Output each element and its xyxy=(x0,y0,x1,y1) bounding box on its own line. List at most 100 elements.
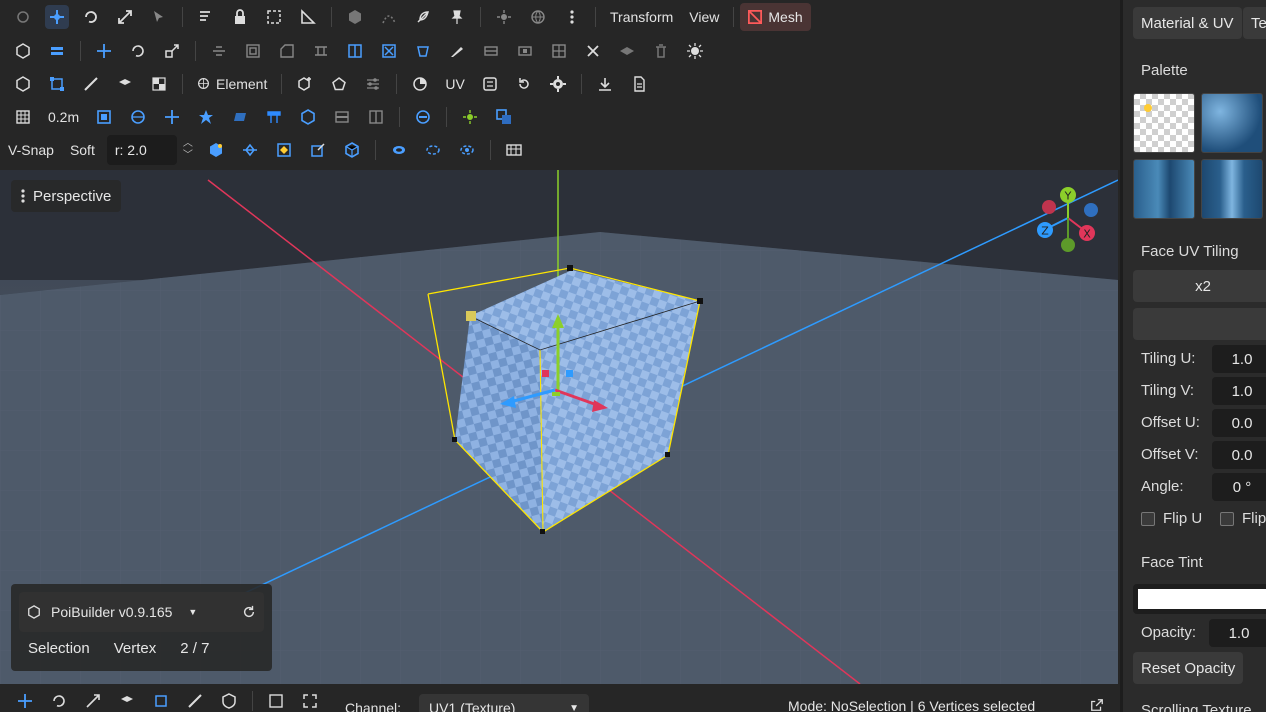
edge-mode-icon[interactable] xyxy=(79,72,103,96)
snap-vertex-icon[interactable] xyxy=(194,105,218,129)
target-icon[interactable] xyxy=(455,138,479,162)
select-cursor-icon[interactable] xyxy=(147,5,171,29)
dissolve-icon[interactable] xyxy=(581,39,605,63)
vsnap-toggle[interactable]: V-Snap xyxy=(6,142,62,158)
document-icon[interactable] xyxy=(627,72,651,96)
bottom-vertex-icon[interactable] xyxy=(149,690,173,712)
gear-icon[interactable] xyxy=(546,72,570,96)
vertex-mode-icon[interactable] xyxy=(45,72,69,96)
snap-move-icon[interactable] xyxy=(160,105,184,129)
vertex-handle[interactable] xyxy=(452,437,457,442)
move-axis-icon[interactable] xyxy=(92,39,116,63)
offset-u-input[interactable]: 0.0 xyxy=(1212,409,1266,437)
trash-icon[interactable] xyxy=(649,39,673,63)
flip-v-checkbox[interactable] xyxy=(1220,512,1234,526)
transform-menu[interactable]: Transform xyxy=(602,9,681,25)
uv-list-icon[interactable] xyxy=(478,72,502,96)
radius-input[interactable]: r: 2.0 xyxy=(106,134,177,165)
vertex-handle[interactable] xyxy=(540,529,545,534)
undo-icon[interactable] xyxy=(11,5,35,29)
overlap-icon[interactable] xyxy=(492,105,516,129)
pie-icon[interactable] xyxy=(408,72,432,96)
tab-texture[interactable]: Te xyxy=(1243,7,1266,39)
loop-icon[interactable] xyxy=(421,138,445,162)
palette-swatch-water[interactable] xyxy=(1201,93,1263,153)
settings-sun-icon[interactable] xyxy=(683,39,707,63)
offset-v-input[interactable]: 0.0 xyxy=(1212,441,1266,469)
app-version-selector[interactable]: PoiBuilder v0.9.165 ▼ xyxy=(19,592,264,632)
rotate-icon[interactable] xyxy=(126,39,150,63)
reset-opacity-button[interactable]: Reset Opacity xyxy=(1133,652,1244,684)
face-tint-color-picker[interactable] xyxy=(1133,584,1266,614)
align-icon[interactable] xyxy=(207,39,231,63)
3d-viewport[interactable]: Y X Z Perspective PoiBuilder v0.9.165 ▼ … xyxy=(0,170,1118,684)
face-mode-icon[interactable] xyxy=(113,72,137,96)
bottom-rotate-icon[interactable] xyxy=(47,690,71,712)
tiling-v-input[interactable]: 1.0 xyxy=(1212,377,1266,405)
move-tool-icon[interactable] xyxy=(45,4,69,29)
bottom-move-icon[interactable] xyxy=(13,690,37,712)
soft-cube-icon[interactable] xyxy=(204,138,228,162)
scale-tool-icon[interactable] xyxy=(113,5,137,29)
soft-toggle[interactable]: Soft xyxy=(62,142,103,158)
feather-icon[interactable] xyxy=(411,5,435,29)
selected-vertex-handle[interactable] xyxy=(466,311,476,321)
lock-icon[interactable] xyxy=(228,5,252,29)
mesh-menu-button[interactable]: Mesh xyxy=(740,2,811,31)
light-icon[interactable] xyxy=(458,105,482,129)
ring-icon[interactable] xyxy=(387,138,411,162)
snap-mirror-icon[interactable] xyxy=(364,105,388,129)
inset-icon[interactable] xyxy=(241,39,265,63)
more-vertical-icon[interactable] xyxy=(560,5,584,29)
tiling-preset-button[interactable]: x2 xyxy=(1133,270,1266,302)
extrude-icon[interactable] xyxy=(309,39,333,63)
knife-icon[interactable] xyxy=(445,39,469,63)
snap-slice-icon[interactable] xyxy=(330,105,354,129)
chevron-up-icon[interactable]: ︿ xyxy=(183,138,193,150)
palette-swatch-transparent[interactable] xyxy=(1133,93,1195,153)
flip-u-checkbox[interactable] xyxy=(1141,512,1155,526)
snap-plane-icon[interactable] xyxy=(228,105,252,129)
bottom-image-icon[interactable] xyxy=(264,690,288,712)
chevron-down-icon[interactable]: ﹀ xyxy=(183,150,193,162)
frame-select-icon[interactable] xyxy=(262,5,286,29)
scale-icon[interactable] xyxy=(160,39,184,63)
palette-swatch-ice-2[interactable] xyxy=(1201,159,1263,219)
channel-select[interactable]: UV1 (Texture) ▼ xyxy=(419,694,590,712)
palette-swatch-ice-1[interactable] xyxy=(1133,159,1195,219)
pin-icon[interactable] xyxy=(445,5,469,29)
refresh-icon[interactable] xyxy=(242,605,256,619)
perspective-menu-button[interactable]: Perspective xyxy=(11,180,122,212)
view-menu[interactable]: View xyxy=(681,9,727,25)
ruler-icon[interactable] xyxy=(296,5,320,29)
snap-pillar-icon[interactable] xyxy=(262,105,286,129)
view-orbit-icon[interactable] xyxy=(411,105,435,129)
cube-solid-icon[interactable] xyxy=(343,5,367,29)
angle-input[interactable]: 0 ° xyxy=(1212,473,1266,501)
grid-size-value[interactable]: 0.2m xyxy=(40,109,87,125)
sun-light-icon[interactable] xyxy=(492,5,516,29)
soft-move-icon[interactable] xyxy=(238,138,262,162)
object-mode-icon[interactable] xyxy=(11,39,35,63)
radius-stepper[interactable]: ︿ ﹀ xyxy=(183,138,193,162)
layers-icon[interactable] xyxy=(45,39,69,63)
vertex-handle[interactable] xyxy=(567,265,573,271)
snap-sphere-icon[interactable] xyxy=(126,105,150,129)
loop-cut-icon[interactable] xyxy=(479,39,503,63)
add-cube-icon[interactable] xyxy=(293,72,317,96)
split-icon[interactable] xyxy=(343,39,367,63)
grid-subdivide-icon[interactable] xyxy=(547,39,571,63)
element-mode-button[interactable]: Element xyxy=(189,76,275,92)
tiling-extra-button[interactable] xyxy=(1133,308,1266,340)
opacity-input[interactable]: 1.0 xyxy=(1209,619,1266,647)
bottom-fit-icon[interactable] xyxy=(298,690,322,712)
vertex-handle[interactable] xyxy=(697,298,703,304)
bottom-scale-icon[interactable] xyxy=(81,690,105,712)
soft-edit-icon[interactable] xyxy=(306,138,330,162)
tab-material-uv[interactable]: Material & UV xyxy=(1133,7,1242,39)
globe-icon[interactable] xyxy=(526,5,550,29)
uv-button[interactable]: UV xyxy=(437,76,472,92)
bottom-shield-icon[interactable] xyxy=(217,690,241,712)
external-link-icon[interactable] xyxy=(1090,698,1104,712)
checker-icon[interactable] xyxy=(147,72,171,96)
